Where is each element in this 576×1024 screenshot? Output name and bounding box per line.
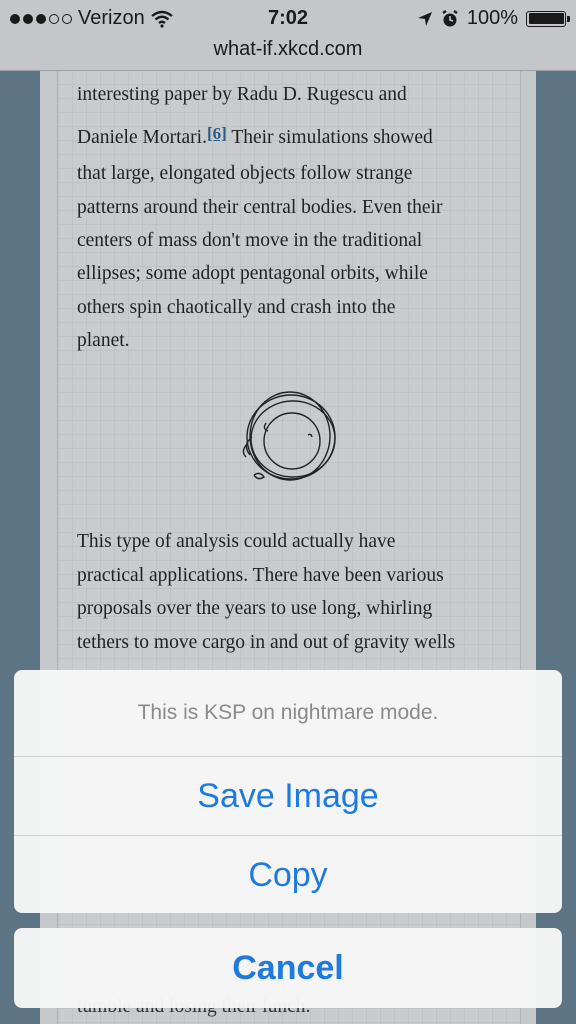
article-line: centers of mass don't move in the tradit… [77, 230, 423, 251]
article-line: interesting paper by Radu D. Rugescu and [77, 84, 407, 105]
action-sheet-title: This is KSP on nightmare mode. [137, 701, 439, 724]
article-line: tethers to move cargo in and out of grav… [77, 632, 456, 653]
article-line: patterns around their central bodies. Ev… [77, 197, 443, 218]
article-line: ellipses; some adopt pentagonal orbits, … [77, 263, 428, 284]
footnote-link[interactable]: [6] [207, 124, 227, 143]
article-line: that large, elongated objects follow str… [77, 163, 413, 184]
planet-orbit-sketch[interactable] [236, 385, 346, 495]
article-line: This type of analysis could actually hav… [77, 531, 396, 552]
cancel-button[interactable]: Cancel [14, 928, 562, 1008]
article-line: Daniele Mortari.[6] Their simulations sh… [77, 124, 433, 148]
save-image-button[interactable]: Save Image [14, 756, 562, 835]
copy-label: Copy [248, 856, 328, 894]
article-line: proposals over the years to use long, wh… [77, 598, 433, 619]
copy-button[interactable]: Copy [14, 835, 562, 913]
article-line: planet. [77, 330, 130, 351]
save-image-label: Save Image [197, 777, 379, 815]
battery-icon [526, 10, 570, 27]
action-sheet: This is KSP on nightmare mode. Save Imag… [14, 670, 562, 913]
cancel-label: Cancel [232, 949, 344, 987]
article-line: others spin chaotically and crash into t… [77, 297, 396, 318]
article-line: practical applications. There have been … [77, 565, 444, 586]
